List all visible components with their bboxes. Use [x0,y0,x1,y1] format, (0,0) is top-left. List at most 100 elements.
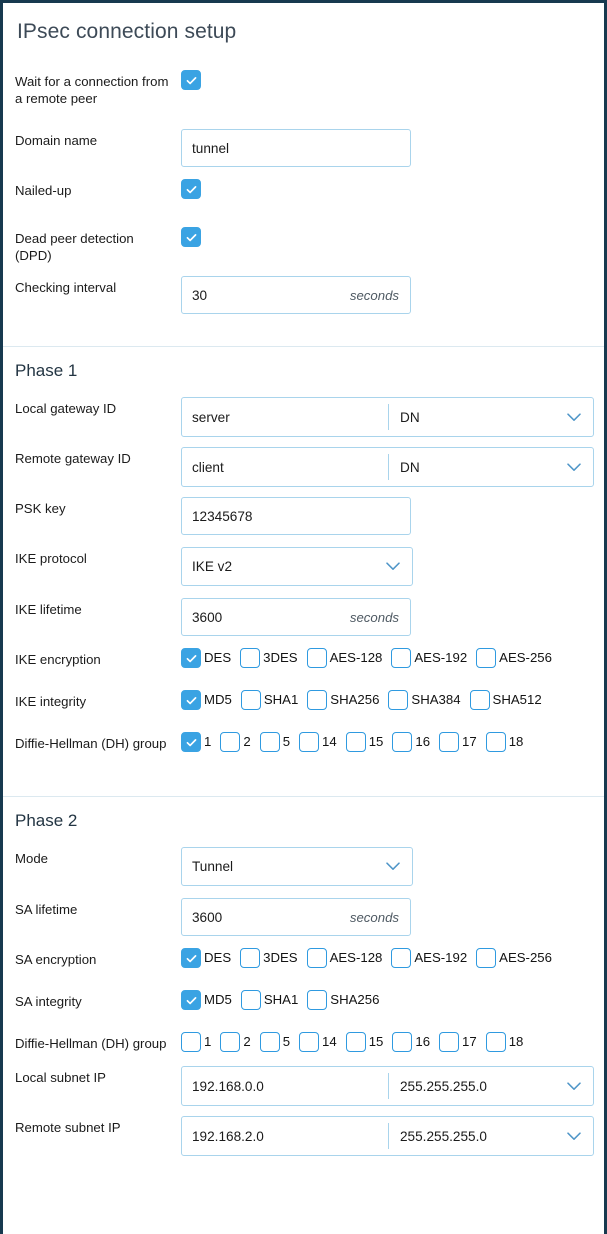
checkbox-item-15[interactable]: 15 [345,732,383,753]
checkbox-item-sha256[interactable]: SHA256 [307,990,379,1011]
checkbox-item-1[interactable]: 1 [181,732,212,753]
checkbox-5[interactable] [259,1032,280,1053]
checkbox-item-aes-192[interactable]: AES-192 [391,648,468,669]
checkbox-item-3des[interactable]: 3DES [240,948,298,969]
checkbox-sha256[interactable] [307,690,328,711]
row-checking-interval: Checking interval 30 seconds [3,276,594,315]
checkbox-des[interactable] [181,648,201,669]
checkbox-item-16[interactable]: 16 [392,732,430,753]
checkbox-wait-for-connection[interactable] [181,70,201,91]
checkbox-item-2[interactable]: 2 [220,732,251,753]
checkbox-item-sha512[interactable]: SHA512 [469,690,542,711]
checkbox-item-sha256[interactable]: SHA256 [307,690,379,711]
checkbox-sha1[interactable] [240,690,261,711]
checkbox-aes-256[interactable] [476,948,497,969]
checkbox-item-5[interactable]: 5 [259,1032,290,1053]
checkbox-sha384[interactable] [388,690,409,711]
checkbox-item-des[interactable]: DES [181,948,232,969]
checkbox-15[interactable] [345,732,366,753]
checkbox-aes-128[interactable] [306,648,327,669]
label-local-subnet-ip: Local subnet IP [15,1070,106,1086]
remote-gateway-id-value[interactable]: client [182,448,388,486]
checkbox-16[interactable] [392,1032,413,1053]
checkbox-item-aes-128[interactable]: AES-128 [306,648,382,669]
local-subnet-ip-combo[interactable]: 192.168.0.0 255.255.255.0 [181,1066,594,1107]
checkbox-3des[interactable] [240,648,261,669]
checkbox-label-1: 1 [204,734,212,750]
ike-protocol-select[interactable]: IKE v2 [181,547,413,587]
label-domain-name: Domain name [15,133,98,149]
local-gateway-id-type-select[interactable]: DN [389,398,593,436]
checkbox-15[interactable] [345,1032,366,1053]
domain-name-input[interactable]: tunnel [181,129,411,168]
remote-subnet-ip-combo[interactable]: 192.168.2.0 255.255.255.0 [181,1116,594,1157]
checkbox-item-15[interactable]: 15 [345,1032,383,1053]
checkbox-item-2[interactable]: 2 [220,1032,251,1053]
checkbox-item-sha1[interactable]: SHA1 [240,990,298,1011]
checkbox-item-18[interactable]: 18 [485,732,523,753]
checking-interval-input[interactable]: 30 seconds [181,276,411,315]
checkbox-item-sha1[interactable]: SHA1 [240,690,298,711]
local-subnet-ip-value[interactable]: 192.168.0.0 [182,1067,388,1105]
checkbox-item-16[interactable]: 16 [392,1032,430,1053]
checkbox-item-5[interactable]: 5 [259,732,290,753]
checkbox-2[interactable] [220,1032,241,1053]
checkbox-aes-128[interactable] [306,948,327,969]
checkbox-item-md5[interactable]: MD5 [181,690,232,711]
checkbox-item-md5[interactable]: MD5 [181,990,232,1011]
checkbox-dead-peer-detection[interactable] [181,227,201,248]
checkbox-1[interactable] [181,1032,201,1053]
checkbox-sha1[interactable] [240,990,261,1011]
checkbox-17[interactable] [439,1032,460,1053]
local-subnet-mask-select[interactable]: 255.255.255.0 [389,1067,593,1105]
checkbox-5[interactable] [259,732,280,753]
checkbox-sha512[interactable] [469,690,490,711]
checkbox-label-17: 17 [462,1034,477,1050]
checkbox-item-des[interactable]: DES [181,648,231,669]
checkbox-item-14[interactable]: 14 [299,732,337,753]
row-ike-lifetime: IKE lifetime 3600 seconds [3,598,594,637]
checkbox-des[interactable] [181,948,201,969]
remote-gateway-id-combo[interactable]: client DN [181,447,594,488]
checkbox-1[interactable] [181,732,201,753]
checkbox-nailed-up[interactable] [181,179,201,200]
checkbox-item-1[interactable]: 1 [181,1032,211,1053]
sa-lifetime-input[interactable]: 3600 seconds [181,898,411,937]
checkbox-item-18[interactable]: 18 [485,1032,523,1053]
checkbox-md5[interactable] [181,690,201,711]
checkbox-17[interactable] [439,732,460,753]
checkbox-label-des: DES [204,950,232,966]
checkbox-2[interactable] [220,732,241,753]
checkbox-label-aes-192: AES-192 [414,650,468,666]
local-gateway-id-value[interactable]: server [182,398,388,436]
checkbox-18[interactable] [485,1032,506,1053]
checkbox-item-aes-192[interactable]: AES-192 [391,948,467,969]
mode-select[interactable]: Tunnel [181,847,413,887]
remote-subnet-ip-value[interactable]: 192.168.2.0 [182,1117,388,1155]
checkbox-item-aes-256[interactable]: AES-256 [476,648,552,669]
checkbox-item-sha384[interactable]: SHA384 [388,690,461,711]
checkbox-3des[interactable] [240,948,261,969]
local-gateway-id-combo[interactable]: server DN [181,397,594,438]
checkbox-18[interactable] [485,732,506,753]
checkbox-16[interactable] [392,732,413,753]
checkbox-item-aes-256[interactable]: AES-256 [476,948,552,969]
checkbox-aes-256[interactable] [476,648,497,669]
checkbox-item-3des[interactable]: 3DES [240,648,298,669]
checkbox-md5[interactable] [181,990,201,1011]
checkbox-14[interactable] [299,732,320,753]
local-subnet-mask-value: 255.255.255.0 [400,1078,487,1094]
checkbox-14[interactable] [299,1032,320,1053]
checkbox-label-3des: 3DES [263,950,298,966]
checkbox-item-14[interactable]: 14 [299,1032,337,1053]
checkbox-item-aes-128[interactable]: AES-128 [306,948,382,969]
remote-gateway-id-type-select[interactable]: DN [389,448,593,486]
checkbox-aes-192[interactable] [391,948,412,969]
checkbox-item-17[interactable]: 17 [439,732,477,753]
psk-key-input[interactable]: 12345678 [181,497,411,536]
ike-lifetime-input[interactable]: 3600 seconds [181,598,411,637]
checkbox-sha256[interactable] [307,990,328,1011]
checkbox-aes-192[interactable] [391,648,412,669]
checkbox-item-17[interactable]: 17 [439,1032,477,1053]
remote-subnet-mask-select[interactable]: 255.255.255.0 [389,1117,593,1155]
